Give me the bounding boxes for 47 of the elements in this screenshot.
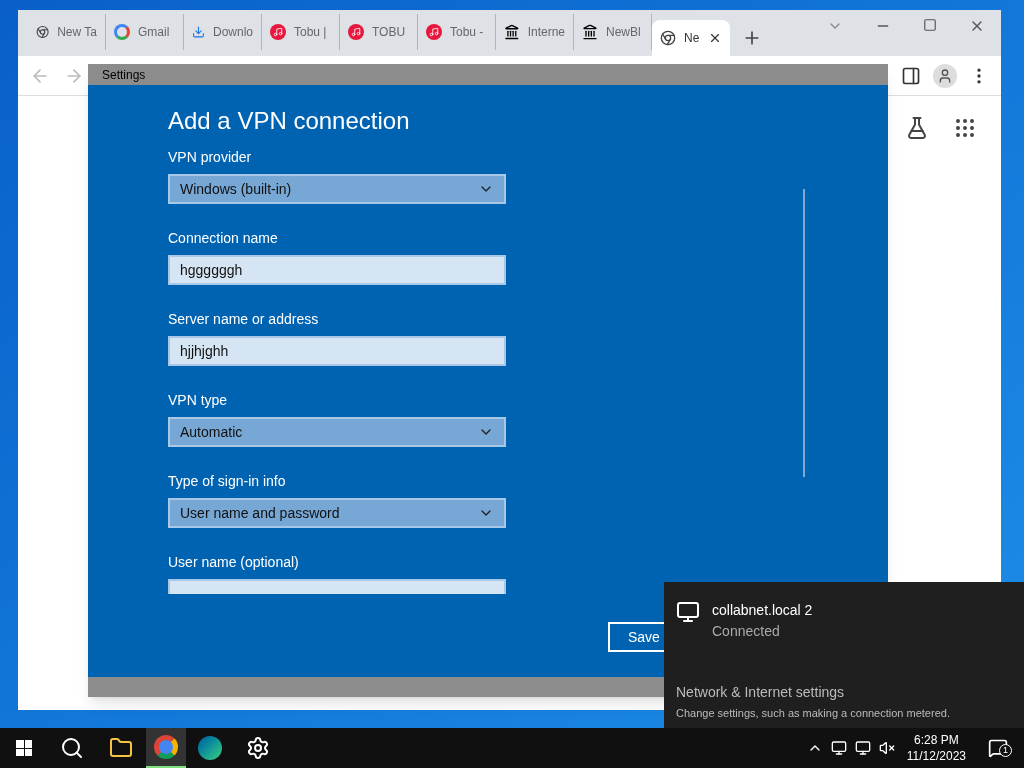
browser-tab[interactable]: Tobu | bbox=[262, 14, 340, 50]
music-icon bbox=[348, 24, 364, 40]
browser-tab[interactable]: Gmail bbox=[106, 14, 184, 50]
browser-taskbar-icon[interactable] bbox=[146, 728, 186, 768]
field-label: VPN type bbox=[168, 391, 229, 410]
close-icon[interactable] bbox=[708, 31, 722, 45]
maximize-icon[interactable] bbox=[923, 18, 937, 32]
browser-logo-icon bbox=[660, 30, 676, 46]
side-panel-icon[interactable] bbox=[901, 65, 921, 86]
google-logo-icon bbox=[114, 24, 130, 40]
network-name[interactable]: collabnet.local 2 bbox=[712, 600, 813, 621]
network-icon[interactable] bbox=[854, 740, 871, 756]
field-label: Type of sign-in info bbox=[168, 472, 287, 491]
apps-grid-icon[interactable] bbox=[953, 116, 977, 140]
settings-hint: Change settings, such as making a connection metered. bbox=[676, 706, 951, 721]
muted-speaker-icon[interactable] bbox=[878, 740, 895, 756]
download-icon bbox=[192, 24, 205, 40]
browser-tab[interactable]: Ne bbox=[652, 20, 730, 56]
browser-logo-icon bbox=[36, 24, 50, 40]
network-status: Connected bbox=[712, 622, 781, 641]
clock[interactable]: 6:28 PM 11/12/2023 bbox=[902, 732, 970, 764]
browser-tab[interactable]: New Ta bbox=[28, 14, 106, 50]
flask-icon[interactable] bbox=[905, 116, 929, 140]
network-icon[interactable] bbox=[830, 740, 847, 756]
dropdown[interactable]: Automatic bbox=[168, 417, 506, 447]
notification-count: 1 bbox=[999, 744, 1012, 757]
building-icon bbox=[504, 24, 520, 40]
input-field[interactable]: hjjhjghh bbox=[168, 336, 506, 366]
browser-tab[interactable]: TOBU bbox=[340, 14, 418, 50]
browser-tab[interactable]: Downlo bbox=[184, 14, 262, 50]
settings-link[interactable]: Network & Internet settings bbox=[676, 682, 1012, 703]
building-icon bbox=[582, 24, 598, 40]
music-icon bbox=[270, 24, 286, 40]
window-title: Settings bbox=[102, 66, 146, 84]
dropdown[interactable]: User name and password bbox=[168, 498, 506, 528]
browser-tab[interactable]: Interne bbox=[496, 14, 574, 50]
page-heading: Add a VPN connection bbox=[168, 106, 411, 136]
field-label: Server name or address bbox=[168, 310, 320, 329]
field-label: User name (optional) bbox=[168, 553, 300, 572]
field-label: VPN provider bbox=[168, 148, 253, 167]
dropdown[interactable]: Windows (built-in) bbox=[168, 174, 506, 204]
music-icon bbox=[426, 24, 442, 40]
field-label: Connection name bbox=[168, 229, 279, 248]
input-field[interactable]: hggggggh bbox=[168, 255, 506, 285]
network-icon bbox=[676, 600, 700, 624]
profile-icon[interactable] bbox=[933, 63, 957, 88]
browser-tab[interactable]: Tobu - bbox=[418, 14, 496, 50]
